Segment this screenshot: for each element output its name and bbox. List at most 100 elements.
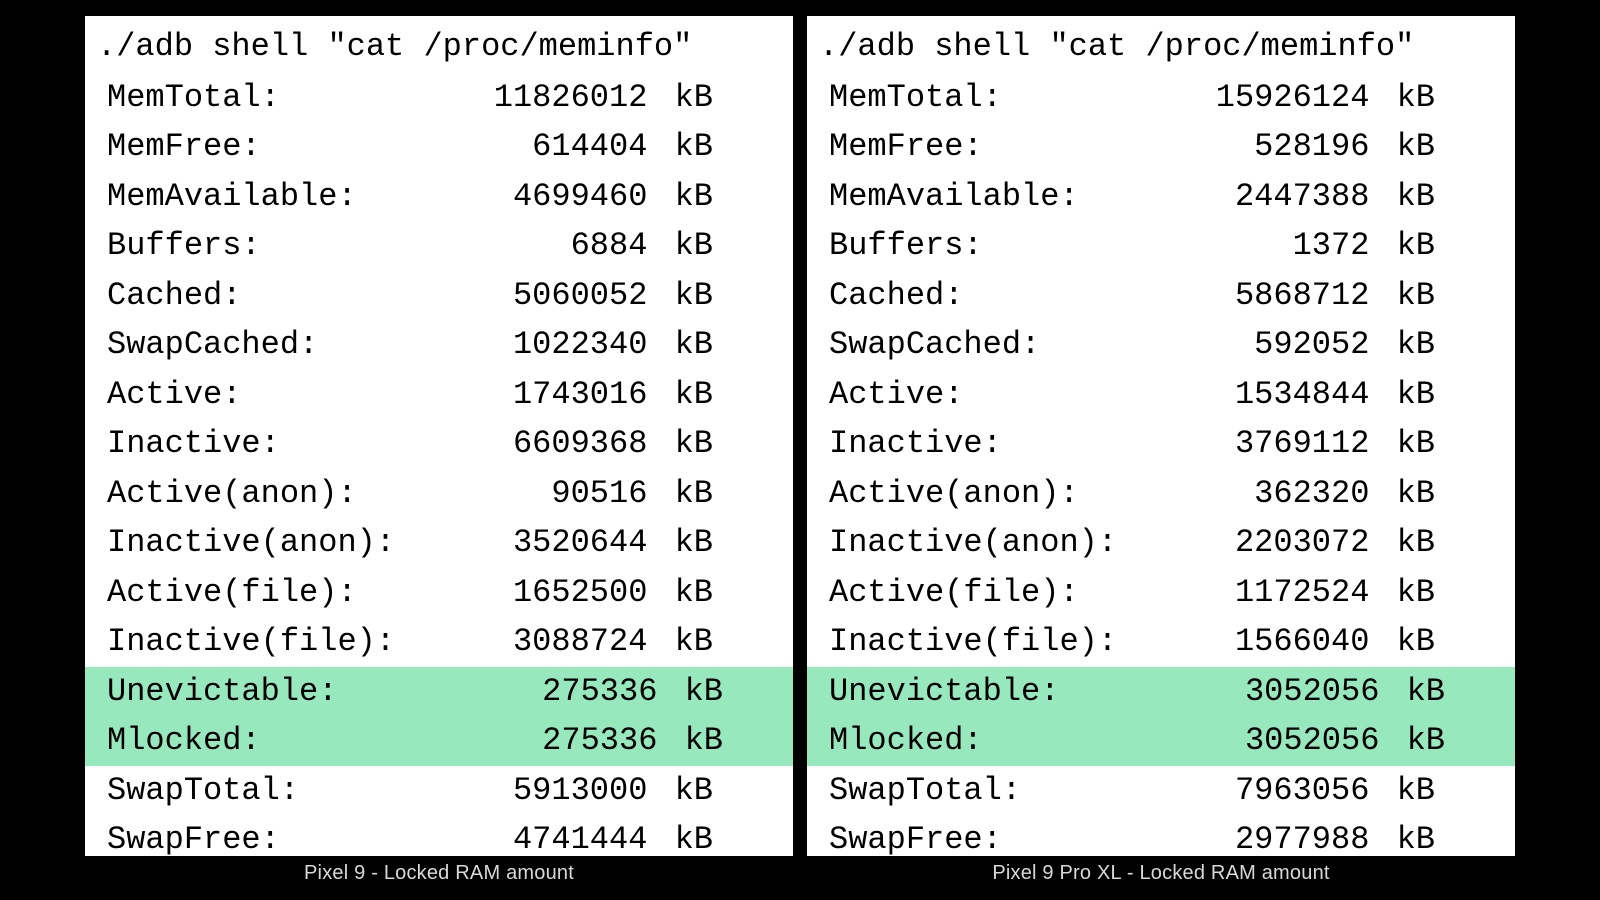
meminfo-list-right: MemTotal:15926124 kBMemFree:528196 kBMem… [817, 73, 1505, 856]
meminfo-label: Active(anon): [107, 469, 357, 519]
meminfo-value: 11826012 [280, 73, 656, 123]
meminfo-row: Inactive:3769112 kB [817, 419, 1505, 469]
meminfo-row: MemTotal:15926124 kB [817, 73, 1505, 123]
meminfo-label: Buffers: [107, 221, 261, 271]
meminfo-value: 7963056 [1021, 766, 1377, 816]
meminfo-row: Active:1743016 kB [95, 370, 783, 420]
meminfo-unit: kB [655, 370, 773, 420]
meminfo-unit: kB [1377, 370, 1495, 420]
meminfo-label: Active(file): [829, 568, 1079, 618]
meminfo-label: Inactive: [107, 419, 280, 469]
meminfo-label: Inactive: [829, 419, 1002, 469]
meminfo-row: Active:1534844 kB [817, 370, 1505, 420]
meminfo-row: Active(anon):90516 kB [95, 469, 783, 519]
meminfo-unit: kB [655, 469, 773, 519]
meminfo-row: SwapTotal:5913000 kB [95, 766, 783, 816]
meminfo-row: MemAvailable:2447388 kB [817, 172, 1505, 222]
meminfo-unit: kB [655, 320, 773, 370]
meminfo-value: 1566040 [1117, 617, 1377, 667]
meminfo-value: 362320 [1079, 469, 1378, 519]
meminfo-label: Active: [829, 370, 963, 420]
meminfo-row: MemTotal:11826012 kB [95, 73, 783, 123]
meminfo-unit: kB [1377, 73, 1495, 123]
meminfo-unit: kB [655, 419, 773, 469]
meminfo-unit: kB [655, 172, 773, 222]
meminfo-value: 2977988 [1002, 815, 1378, 856]
meminfo-label: Inactive(anon): [107, 518, 395, 568]
meminfo-row: SwapFree:4741444 kB [95, 815, 783, 856]
meminfo-label: Cached: [107, 271, 241, 321]
meminfo-row: Unevictable:275336 kB [85, 667, 793, 717]
meminfo-unit: kB [1377, 122, 1495, 172]
meminfo-row: Cached:5060052 kB [95, 271, 783, 321]
meminfo-label: Mlocked: [829, 716, 983, 766]
meminfo-unit: kB [1377, 172, 1495, 222]
meminfo-unit: kB [655, 518, 773, 568]
meminfo-value: 1534844 [963, 370, 1377, 420]
meminfo-row: Mlocked:3052056 kB [807, 716, 1515, 766]
meminfo-row: SwapCached:592052 kB [817, 320, 1505, 370]
meminfo-value: 1743016 [241, 370, 655, 420]
meminfo-unit: kB [655, 815, 773, 856]
meminfo-value: 6884 [261, 221, 656, 271]
meminfo-row: Mlocked:275336 kB [85, 716, 793, 766]
meminfo-label: MemAvailable: [829, 172, 1079, 222]
meminfo-value: 614404 [261, 122, 656, 172]
meminfo-row: Buffers:6884 kB [95, 221, 783, 271]
meminfo-value: 6609368 [280, 419, 656, 469]
meminfo-row: MemFree:614404 kB [95, 122, 783, 172]
meminfo-unit: kB [655, 73, 773, 123]
meminfo-value: 2447388 [1079, 172, 1378, 222]
meminfo-label: SwapTotal: [107, 766, 299, 816]
meminfo-unit: kB [655, 271, 773, 321]
meminfo-label: Inactive(file): [829, 617, 1117, 667]
meminfo-row: SwapCached:1022340 kB [95, 320, 783, 370]
meminfo-label: SwapCached: [107, 320, 318, 370]
meminfo-label: SwapTotal: [829, 766, 1021, 816]
meminfo-value: 5868712 [963, 271, 1377, 321]
meminfo-value: 1372 [983, 221, 1378, 271]
meminfo-label: Active(file): [107, 568, 357, 618]
panels-container: ./adb shell "cat /proc/meminfo" MemTotal… [85, 16, 1515, 856]
meminfo-row: Inactive(file):1566040 kB [817, 617, 1505, 667]
meminfo-value: 5060052 [241, 271, 655, 321]
meminfo-row: Inactive(file):3088724 kB [95, 617, 783, 667]
meminfo-value: 15926124 [1002, 73, 1378, 123]
caption-left: Pixel 9 - Locked RAM amount [85, 862, 793, 885]
meminfo-value: 90516 [357, 469, 656, 519]
meminfo-value: 4699460 [357, 172, 656, 222]
meminfo-value: 1652500 [357, 568, 656, 618]
meminfo-row: Cached:5868712 kB [817, 271, 1505, 321]
meminfo-label: Active(anon): [829, 469, 1079, 519]
meminfo-row: Active(file):1172524 kB [817, 568, 1505, 618]
meminfo-label: Active: [107, 370, 241, 420]
meminfo-row: Buffers:1372 kB [817, 221, 1505, 271]
meminfo-label: MemTotal: [829, 73, 1002, 123]
meminfo-list-left: MemTotal:11826012 kBMemFree:614404 kBMem… [95, 73, 783, 856]
meminfo-unit: kB [655, 617, 773, 667]
meminfo-unit: kB [665, 667, 773, 717]
meminfo-row: Active(anon):362320 kB [817, 469, 1505, 519]
meminfo-unit: kB [655, 122, 773, 172]
meminfo-unit: kB [1377, 221, 1495, 271]
meminfo-label: SwapCached: [829, 320, 1040, 370]
meminfo-unit: kB [1377, 617, 1495, 667]
stage: ./adb shell "cat /proc/meminfo" MemTotal… [0, 0, 1600, 900]
meminfo-label: MemFree: [107, 122, 261, 172]
meminfo-label: Unevictable: [829, 667, 1059, 717]
captions-container: Pixel 9 - Locked RAM amount Pixel 9 Pro … [85, 862, 1515, 885]
meminfo-unit: kB [1387, 667, 1495, 717]
meminfo-row: SwapFree:2977988 kB [817, 815, 1505, 856]
meminfo-label: Inactive(file): [107, 617, 395, 667]
meminfo-value: 5913000 [299, 766, 655, 816]
meminfo-unit: kB [1377, 568, 1495, 618]
meminfo-row: SwapTotal:7963056 kB [817, 766, 1505, 816]
meminfo-value: 1172524 [1079, 568, 1378, 618]
meminfo-value: 3052056 [1059, 667, 1387, 717]
meminfo-row: MemFree:528196 kB [817, 122, 1505, 172]
meminfo-row: Unevictable:3052056 kB [807, 667, 1515, 717]
command-line-right: ./adb shell "cat /proc/meminfo" [819, 28, 1505, 65]
meminfo-unit: kB [1377, 419, 1495, 469]
panel-right: ./adb shell "cat /proc/meminfo" MemTotal… [807, 16, 1515, 856]
meminfo-value: 592052 [1040, 320, 1377, 370]
